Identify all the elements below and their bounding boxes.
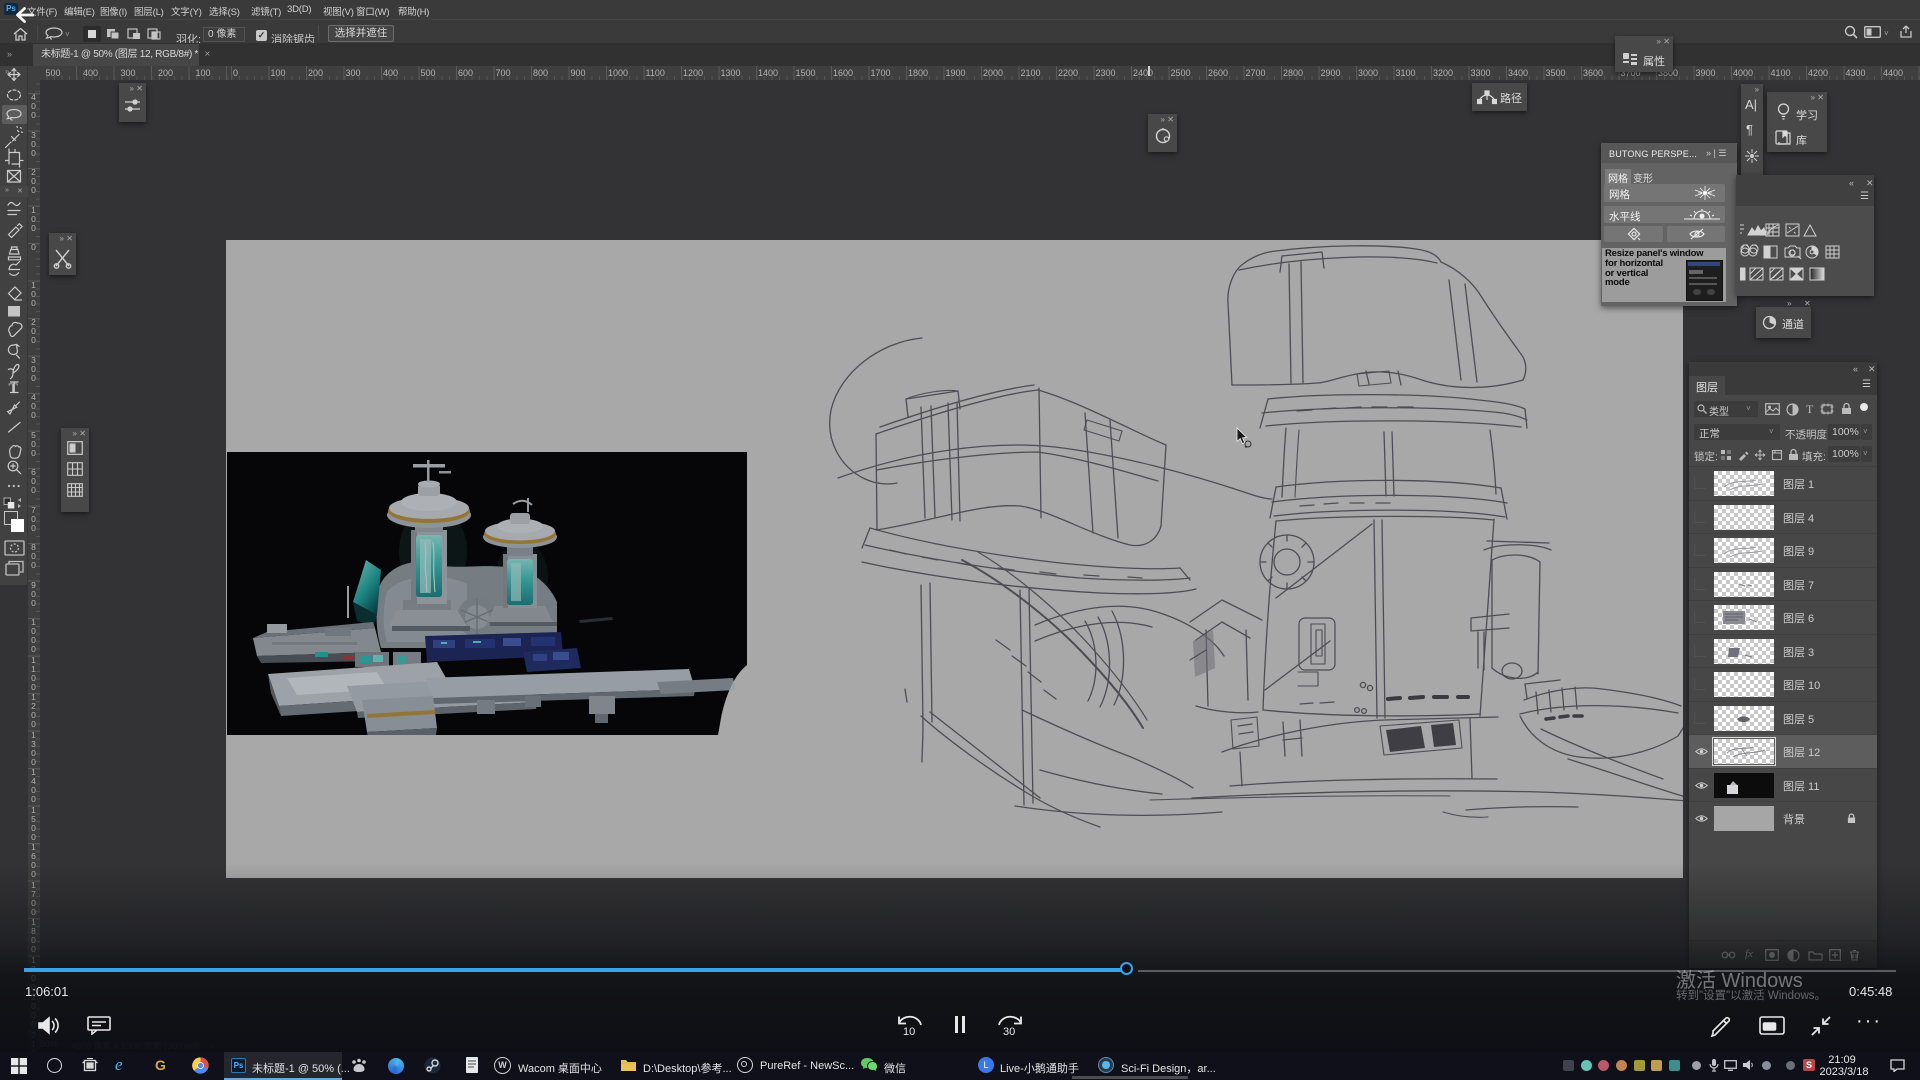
svg-text:T: T <box>9 381 18 397</box>
svg-text:30: 30 <box>1003 1026 1015 1037</box>
svg-text:10: 10 <box>903 1026 915 1037</box>
